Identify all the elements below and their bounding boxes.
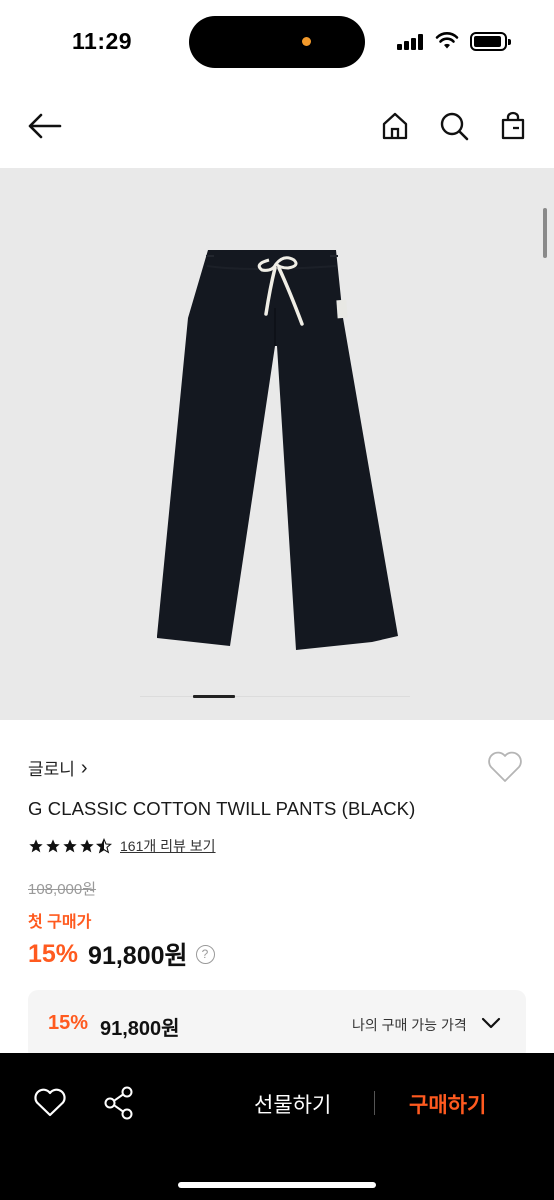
- help-icon[interactable]: ?: [195, 944, 215, 964]
- bottom-action-bar: 선물하기 구매하기: [0, 1053, 554, 1200]
- brand-link[interactable]: 글로니 ›: [28, 755, 88, 780]
- rating-stars: [28, 838, 112, 854]
- battery-icon: [470, 32, 511, 51]
- search-icon[interactable]: [436, 108, 472, 144]
- top-nav: [0, 100, 554, 152]
- chevron-down-icon: [481, 1017, 501, 1029]
- my-price-dropdown[interactable]: 15% 91,800원 나의 구매 가능 가격: [28, 990, 526, 1060]
- home-indicator: [178, 1182, 376, 1188]
- price-row: 15% 91,800원 ?: [28, 936, 215, 972]
- wishlist-heart-icon[interactable]: [486, 750, 526, 786]
- home-icon[interactable]: [377, 108, 413, 144]
- my-price-label: 나의 구매 가능 가격: [352, 1017, 467, 1033]
- my-price-value: 91,800원: [100, 1018, 180, 1040]
- brand-name: 글로니: [28, 760, 75, 779]
- dynamic-island: [189, 16, 365, 68]
- gift-button[interactable]: 선물하기: [254, 1089, 331, 1119]
- star-icon: [46, 839, 60, 853]
- star-icon: [80, 839, 94, 853]
- discount-rate: 15%: [28, 939, 79, 968]
- rating-row: 161개 리뷰 보기: [28, 836, 216, 856]
- half-star-icon: [96, 838, 112, 854]
- divider: [374, 1091, 375, 1115]
- signal-icon: [397, 34, 425, 50]
- first-purchase-label: 첫 구매가: [28, 914, 92, 931]
- image-pager-track: [140, 696, 410, 697]
- original-price: 108,000원: [28, 881, 97, 898]
- back-arrow-icon[interactable]: [26, 108, 62, 144]
- my-price-discount: 15%: [48, 1012, 89, 1034]
- star-icon: [63, 839, 77, 853]
- share-icon[interactable]: [103, 1086, 135, 1120]
- product-title: G CLASSIC COTTON TWILL PANTS (BLACK): [28, 798, 416, 819]
- chevron-right-icon: ›: [80, 756, 88, 779]
- sale-price: 91,800원: [88, 942, 188, 970]
- buy-button[interactable]: 구매하기: [409, 1089, 486, 1119]
- heart-icon[interactable]: [33, 1088, 67, 1118]
- wifi-icon: [435, 32, 459, 49]
- status-bar: 11:29: [0, 0, 554, 84]
- image-scrollbar[interactable]: [543, 208, 547, 258]
- recording-indicator: [302, 37, 311, 46]
- shopping-bag-icon[interactable]: [495, 108, 531, 144]
- pants-illustration: [157, 250, 398, 650]
- review-link[interactable]: 161개 리뷰 보기: [120, 836, 216, 856]
- image-pager-indicator[interactable]: [193, 695, 235, 698]
- star-icon: [29, 839, 43, 853]
- product-image[interactable]: [0, 168, 554, 720]
- status-time: 11:29: [72, 28, 133, 54]
